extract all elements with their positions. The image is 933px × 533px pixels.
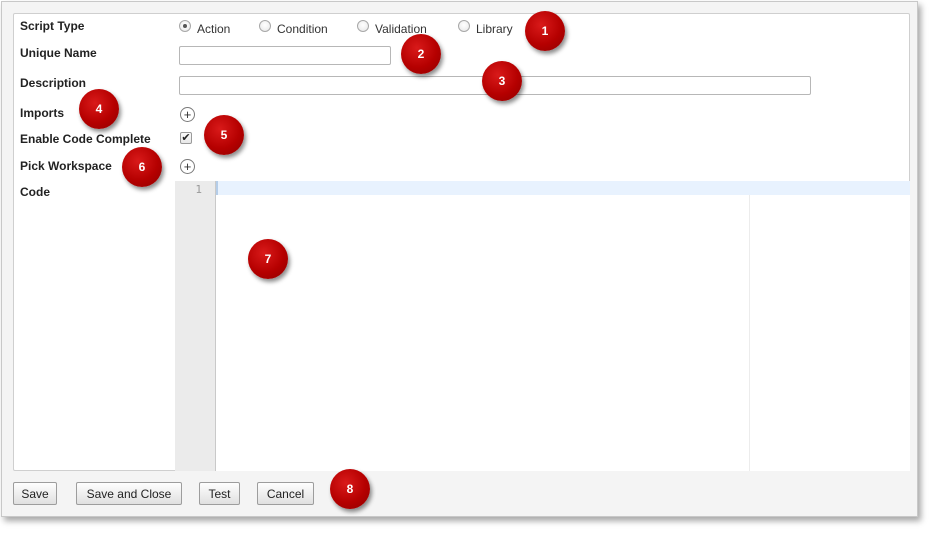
radio-condition-indicator[interactable] (259, 20, 271, 32)
unique-name-label: Unique Name (20, 46, 97, 60)
unique-name-input[interactable] (179, 46, 391, 65)
enable-code-complete-checkbox[interactable]: ✔ (180, 132, 192, 144)
callout-1: 1 (525, 11, 565, 51)
callout-4: 4 (79, 89, 119, 129)
save-and-close-button[interactable]: Save and Close (76, 482, 182, 505)
radio-validation-indicator[interactable] (357, 20, 369, 32)
callout-6: 6 (122, 147, 162, 187)
script-editor-dialog: Script Type Action Condition Validation … (1, 1, 918, 517)
editor-active-line[interactable] (216, 181, 910, 195)
plus-circle-icon: + (183, 107, 192, 122)
radio-condition[interactable]: Condition (259, 20, 328, 38)
check-icon: ✔ (181, 131, 191, 144)
enable-code-complete-label: Enable Code Complete (20, 132, 151, 146)
script-type-label: Script Type (20, 19, 85, 33)
pick-workspace-button[interactable]: + (180, 159, 195, 174)
code-editor[interactable]: 1 (175, 181, 910, 471)
plus-circle-icon: + (183, 159, 192, 174)
radio-action-label: Action (197, 22, 231, 36)
radio-condition-label: Condition (277, 22, 328, 36)
pick-workspace-label: Pick Workspace (20, 159, 112, 173)
cancel-button[interactable]: Cancel (257, 482, 314, 505)
imports-label: Imports (20, 106, 65, 120)
radio-library-indicator[interactable] (458, 20, 470, 32)
code-label: Code (20, 185, 50, 199)
callout-2: 2 (401, 34, 441, 74)
test-button[interactable]: Test (199, 482, 240, 505)
radio-action[interactable]: Action (179, 20, 230, 38)
line-number: 1 (195, 183, 202, 196)
radio-action-indicator[interactable] (179, 20, 191, 32)
callout-5: 5 (204, 115, 244, 155)
callout-3: 3 (482, 61, 522, 101)
add-import-button[interactable]: + (180, 107, 195, 122)
editor-gutter: 1 (175, 181, 216, 471)
description-label: Description (20, 76, 87, 90)
save-button[interactable]: Save (13, 482, 57, 505)
callout-7: 7 (248, 239, 288, 279)
radio-library-label: Library (476, 22, 513, 36)
radio-library[interactable]: Library (458, 20, 513, 38)
editor-print-margin (749, 195, 750, 471)
script-form-panel: Script Type Action Condition Validation … (13, 13, 910, 471)
callout-8: 8 (330, 469, 370, 509)
